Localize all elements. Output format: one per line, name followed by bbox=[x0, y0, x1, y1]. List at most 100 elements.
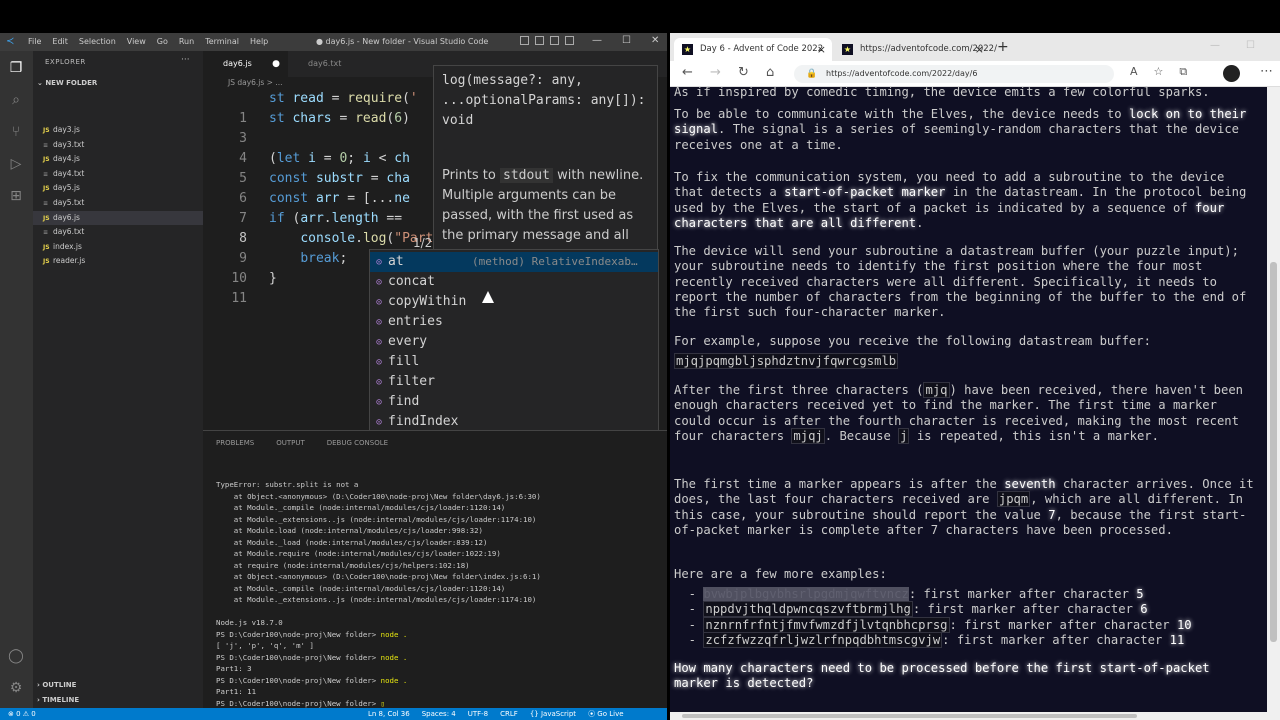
settings-gear-icon[interactable]: ⚙ bbox=[7, 679, 25, 697]
status-item[interactable]: Ln 8, Col 36 bbox=[368, 708, 410, 720]
toggle-sidebar-icon[interactable] bbox=[520, 36, 529, 45]
suggestion-label: at bbox=[388, 254, 404, 269]
scroll-thumb[interactable] bbox=[1270, 262, 1277, 642]
status-item[interactable]: ⦿ Go Live bbox=[588, 708, 623, 720]
close-tab-icon[interactable]: × bbox=[817, 38, 826, 61]
status-item[interactable]: Spaces: 4 bbox=[422, 708, 456, 720]
code-line[interactable]: if (arr.length == bbox=[269, 209, 402, 229]
text-file-icon: ≡ bbox=[43, 141, 49, 149]
source-control-icon[interactable]: ⑂ bbox=[7, 123, 25, 141]
breadcrumb[interactable]: JS day6.js > ... bbox=[228, 78, 283, 87]
suggestion-item[interactable]: ⊙ every bbox=[370, 332, 658, 352]
maximize-icon[interactable]: ☐ bbox=[1246, 40, 1255, 51]
panel-tab-debug-console[interactable]: DEBUG CONSOLE bbox=[327, 439, 388, 447]
timeline-section[interactable]: › TIMELINE bbox=[37, 696, 79, 704]
code-line[interactable]: st chars = read(6) bbox=[269, 109, 410, 129]
suggestion-item[interactable]: ⊙ find bbox=[370, 392, 658, 412]
problems-status[interactable]: ⊗ 0 ⚠ 0 bbox=[8, 708, 36, 720]
file-item[interactable]: ≡ day5.txt bbox=[33, 196, 203, 210]
terminal-output[interactable]: TypeError: substr.split is not a at Obje… bbox=[216, 479, 666, 709]
menu-selection[interactable]: Selection bbox=[79, 37, 116, 46]
back-icon[interactable]: ← bbox=[682, 65, 693, 80]
scroll-thumb[interactable] bbox=[682, 714, 1137, 718]
browser-tab-2022[interactable]: ★ https://adventofcode.com/2022/ × bbox=[834, 38, 997, 61]
close-tab-icon[interactable]: × bbox=[975, 38, 984, 61]
file-item[interactable]: ≡ day6.txt bbox=[33, 225, 203, 239]
browser-tab-day6[interactable]: ★ Day 6 - Advent of Code 2022 × bbox=[674, 38, 832, 61]
explorer-icon[interactable]: ❐ bbox=[7, 59, 25, 77]
file-item[interactable]: ≡ day3.txt bbox=[33, 138, 203, 152]
suggestion-item[interactable]: ⊙ findIndex bbox=[370, 412, 658, 432]
panel-tab-problems[interactable]: PROBLEMS bbox=[216, 439, 254, 447]
toggle-secondary-sidebar-icon[interactable] bbox=[550, 36, 559, 45]
folder-header[interactable]: ⌄ NEW FOLDER bbox=[37, 79, 97, 87]
tab-day6-js[interactable]: day6.js ● bbox=[203, 51, 288, 77]
outline-label: OUTLINE bbox=[42, 681, 77, 689]
profile-avatar[interactable] bbox=[1223, 65, 1240, 82]
extensions-icon[interactable]: ⧉ bbox=[1179, 65, 1187, 79]
file-item[interactable]: ≡ day4.txt bbox=[33, 167, 203, 181]
js-file-icon: JS bbox=[43, 185, 50, 193]
menu-run[interactable]: Run bbox=[179, 37, 194, 46]
panel-tab-output[interactable]: OUTPUT bbox=[276, 439, 305, 447]
line-number: 4 bbox=[239, 151, 247, 166]
code-line[interactable]: st read = require(' bbox=[269, 89, 418, 109]
refresh-icon[interactable]: ↻ bbox=[738, 65, 749, 80]
menu-go[interactable]: Go bbox=[157, 37, 168, 46]
code-line[interactable]: const substr = cha bbox=[269, 169, 410, 189]
minimize-icon[interactable]: — bbox=[1210, 40, 1220, 51]
suggestion-item[interactable]: ⊙ copyWithin bbox=[370, 292, 658, 312]
address-bar[interactable]: 🔒 https://adventofcode.com/2022/day/6 bbox=[794, 65, 1114, 83]
unsaved-dot-icon[interactable]: ● bbox=[272, 51, 280, 77]
status-item[interactable]: UTF-8 bbox=[468, 708, 488, 720]
file-item[interactable]: JS day3.js bbox=[33, 123, 203, 137]
lock-icon[interactable]: 🔒 bbox=[806, 65, 817, 83]
forward-icon[interactable]: → bbox=[710, 65, 721, 80]
file-item[interactable]: JS day6.js bbox=[33, 210, 203, 225]
status-item[interactable]: {} JavaScript bbox=[530, 708, 576, 720]
suggestion-item[interactable]: ⊙ at (method) RelativeIndexab… bbox=[370, 252, 658, 272]
menu-terminal[interactable]: Terminal bbox=[205, 37, 239, 46]
run-debug-icon[interactable]: ▷ bbox=[7, 155, 25, 173]
new-tab-icon[interactable]: + bbox=[997, 39, 1009, 55]
overload-counter[interactable]: 1/2 bbox=[413, 236, 432, 250]
suggestion-item[interactable]: ⊙ concat bbox=[370, 272, 658, 292]
suggestion-item[interactable]: ⊙ entries bbox=[370, 312, 658, 332]
customize-layout-icon[interactable] bbox=[565, 36, 574, 45]
maximize-icon[interactable]: ☐ bbox=[622, 35, 631, 46]
account-icon[interactable]: ◯ bbox=[7, 647, 25, 665]
file-item[interactable]: JS day5.js bbox=[33, 181, 203, 195]
home-icon[interactable]: ⌂ bbox=[766, 65, 774, 80]
menu-edit[interactable]: Edit bbox=[52, 37, 68, 46]
code-line[interactable]: (let i = 0; i < ch bbox=[269, 149, 410, 169]
suggestion-item[interactable]: ⊙ fill bbox=[370, 352, 658, 372]
read-aloud-icon[interactable]: A bbox=[1130, 65, 1138, 79]
tab-day6-txt[interactable]: day6.txt bbox=[288, 51, 373, 77]
suggestion-item[interactable]: ⊙ filter bbox=[370, 372, 658, 392]
toggle-panel-icon[interactable] bbox=[535, 36, 544, 45]
suggestion-detail: (method) RelativeIndexab… bbox=[472, 255, 638, 268]
favorites-icon[interactable]: ☆ bbox=[1154, 65, 1164, 79]
file-item[interactable]: JS index.js bbox=[33, 240, 203, 254]
code-line[interactable]: break; bbox=[269, 249, 347, 269]
minimize-icon[interactable]: — bbox=[592, 35, 602, 46]
extensions-icon[interactable]: ⊞ bbox=[7, 187, 25, 205]
file-item[interactable]: JS day4.js bbox=[33, 152, 203, 166]
more-menu-icon[interactable]: ⋯ bbox=[1260, 64, 1273, 79]
outline-section[interactable]: › OUTLINE bbox=[37, 681, 76, 689]
menu-help[interactable]: Help bbox=[250, 37, 268, 46]
vertical-scrollbar[interactable] bbox=[1267, 87, 1280, 720]
code-line[interactable]: } bbox=[269, 269, 277, 289]
menu-view[interactable]: View bbox=[127, 37, 146, 46]
menu-file[interactable]: File bbox=[28, 37, 41, 46]
more-actions-icon[interactable]: ··· bbox=[181, 55, 190, 65]
suggestion-label: fill bbox=[388, 354, 420, 369]
search-icon[interactable]: ⌕ bbox=[7, 91, 25, 109]
close-icon[interactable]: ✕ bbox=[651, 35, 659, 46]
browser-tab-strip: ★ Day 6 - Advent of Code 2022 × ★ https:… bbox=[670, 33, 1280, 61]
file-item[interactable]: JS reader.js bbox=[33, 254, 203, 268]
status-item[interactable]: CRLF bbox=[500, 708, 518, 720]
code-line[interactable]: const arr = [...ne bbox=[269, 189, 410, 209]
puzzle-paragraph: The device will send your subroutine a d… bbox=[674, 244, 1247, 320]
horizontal-scrollbar[interactable] bbox=[670, 712, 1267, 720]
